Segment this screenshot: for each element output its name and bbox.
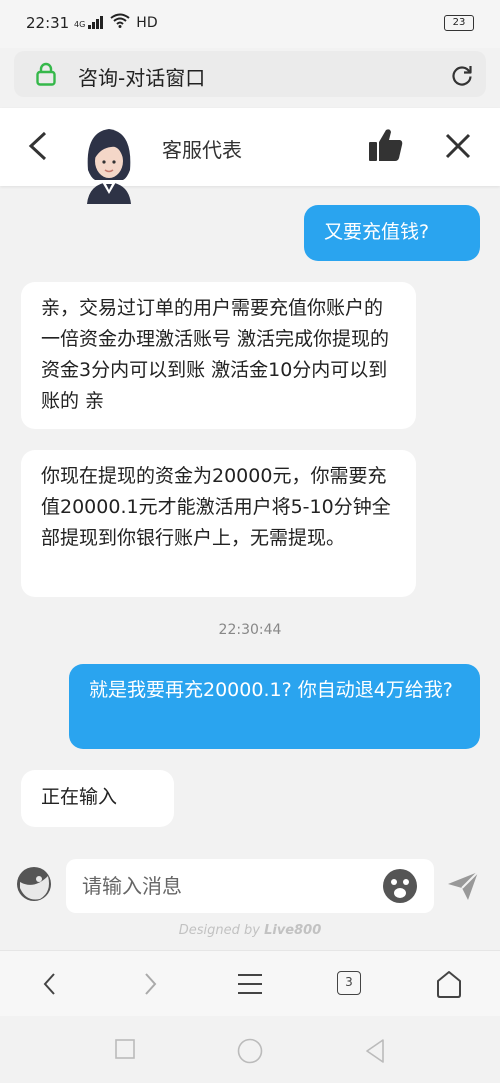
status-icons: 4G HD — [74, 13, 158, 32]
agent-name: 客服代表 — [162, 138, 242, 162]
powered-by-prefix: Designed by — [178, 923, 265, 938]
status-time: 22:31 — [26, 14, 70, 32]
agent-message: 亲，交易过订单的用户需要充值你账户的一倍资金办理激活账号 激活完成你提现的资金3… — [21, 282, 416, 429]
message-input[interactable] — [66, 859, 434, 913]
user-message: 就是我要再充20000.1? 你自动退4万给我? — [69, 664, 480, 749]
url-bar[interactable]: 咨询-对话窗口 — [14, 51, 486, 97]
recents-icon[interactable] — [114, 1038, 136, 1064]
page-title: 咨询-对话窗口 — [78, 66, 206, 90]
signal-label: 4G — [74, 20, 86, 29]
message-text: 你现在提现的资金为20000元，你需要充值20000.1元才能激活用户将5-10… — [41, 465, 391, 549]
agent-avatar — [79, 118, 139, 208]
wifi-icon — [110, 13, 130, 32]
battery-icon: 23 — [444, 15, 474, 31]
message-text: 亲，交易过订单的用户需要充值你账户的一倍资金办理激活账号 激活完成你提现的资金3… — [41, 297, 390, 412]
close-icon[interactable] — [443, 131, 473, 165]
status-bar: 22:31 4G HD 23 — [0, 0, 500, 48]
message-text: 正在输入 — [41, 786, 118, 808]
home-icon[interactable] — [434, 969, 464, 1003]
battery-level: 23 — [452, 17, 466, 28]
wifi-label: HD — [136, 14, 158, 31]
system-back-icon[interactable] — [364, 1038, 386, 1068]
powered-by-brand: Live800 — [264, 923, 322, 938]
emoji-icon[interactable] — [382, 868, 418, 908]
back-arrow-icon[interactable] — [26, 130, 50, 166]
powered-by: Designed by Live800 — [0, 923, 500, 938]
thumbs-up-icon[interactable] — [368, 128, 404, 166]
message-composer: Designed by Live800 — [0, 846, 500, 950]
signal-icon: 4G — [74, 16, 104, 29]
tab-count: 3 — [345, 975, 353, 989]
reload-icon[interactable] — [450, 63, 474, 91]
agent-message: 你现在提现的资金为20000元，你需要充值20000.1元才能激活用户将5-10… — [21, 450, 416, 597]
chat-messages: 又要充值钱? 亲，交易过订单的用户需要充值你账户的一倍资金办理激活账号 激活完成… — [0, 180, 500, 846]
typing-indicator: 正在输入 — [21, 770, 174, 827]
lock-icon — [36, 62, 56, 90]
user-message: 又要充值钱? — [304, 205, 480, 261]
message-text: 就是我要再充20000.1? 你自动退4万给我? — [89, 679, 453, 701]
system-nav-bar — [0, 1016, 500, 1083]
message-timestamp: 22:30:44 — [218, 622, 282, 638]
send-icon[interactable] — [446, 870, 480, 906]
nav-forward-icon[interactable] — [140, 969, 160, 1003]
nav-back-icon[interactable] — [40, 969, 60, 1003]
menu-icon[interactable] — [236, 969, 264, 1003]
message-text: 又要充值钱? — [324, 221, 430, 243]
system-home-icon[interactable] — [237, 1038, 263, 1068]
plus-icon[interactable] — [16, 866, 52, 902]
browser-toolbar: 3 — [0, 950, 500, 1017]
chat-header: 客服代表 — [0, 108, 500, 204]
tabs-icon[interactable]: 3 — [337, 971, 361, 995]
